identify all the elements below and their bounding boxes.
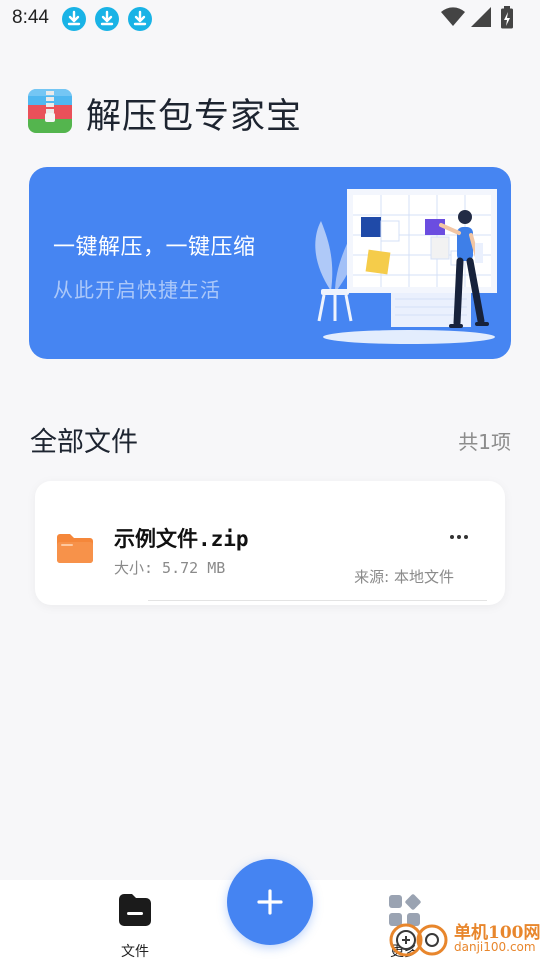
files-count: 共1项 xyxy=(458,430,511,454)
watermark-logo-icon xyxy=(389,923,448,957)
plus-icon xyxy=(257,889,283,915)
nav-tab-files-label: 文件 xyxy=(121,944,149,960)
more-dot-icon xyxy=(450,535,454,539)
file-size: 大小: 5.72 MB xyxy=(114,559,226,577)
status-time: 8:44 xyxy=(12,7,49,28)
cell-signal-icon xyxy=(471,7,491,27)
download-icon xyxy=(62,7,86,31)
folder-icon xyxy=(57,534,93,563)
file-name: 示例文件.zip xyxy=(114,527,249,551)
more-dot-icon xyxy=(464,535,468,539)
status-bar: 8:44 xyxy=(0,0,540,36)
system-icons xyxy=(420,6,530,30)
wifi-icon xyxy=(441,7,465,26)
battery-charging-icon xyxy=(501,6,513,29)
section-heading-all-files: 全部文件 xyxy=(30,427,138,458)
more-options-button[interactable] xyxy=(447,527,477,547)
app-title: 解压包专家宝 xyxy=(86,97,303,137)
banner-title: 一键解压，一键压缩 xyxy=(53,235,256,260)
nav-tab-files[interactable]: 文件 xyxy=(105,888,165,960)
watermark-url: danji100.com xyxy=(454,940,536,954)
file-source: 来源: 本地文件 xyxy=(354,568,454,586)
zip-archive-logo xyxy=(28,89,72,133)
folder-filled-icon xyxy=(119,894,151,926)
watermark: 单机100网 danji100.com xyxy=(388,916,540,960)
file-list-item[interactable]: 示例文件.zip 大小: 5.72 MB 来源: 本地文件 xyxy=(35,481,505,605)
add-button[interactable] xyxy=(227,859,313,945)
banner-subtitle: 从此开启快捷生活 xyxy=(53,278,221,302)
download-icon xyxy=(95,7,119,31)
whiteboard-illustration xyxy=(315,189,497,344)
divider xyxy=(148,600,487,601)
promo-banner[interactable]: 一键解压，一键压缩 从此开启快捷生活 xyxy=(29,167,511,359)
more-dot-icon xyxy=(457,535,461,539)
download-icon xyxy=(128,7,152,31)
